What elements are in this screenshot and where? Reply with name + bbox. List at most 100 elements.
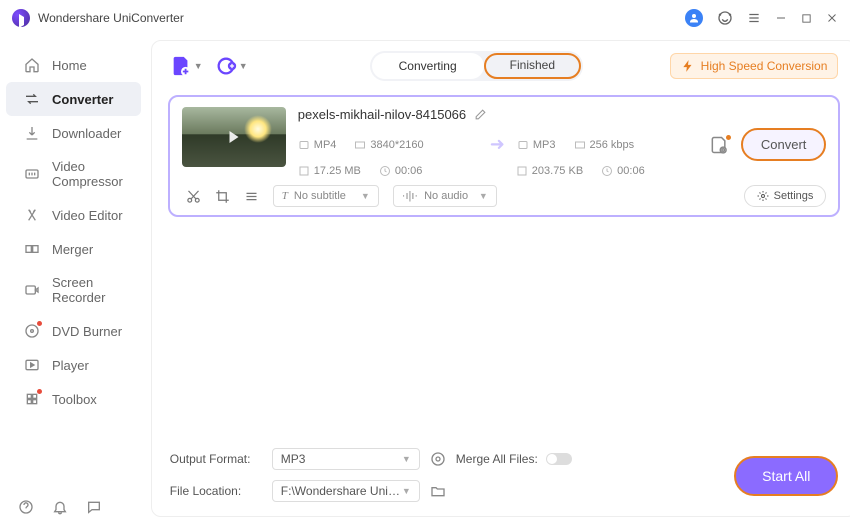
audio-wave-icon: ·ı|ı· [402,190,418,202]
home-icon [24,57,40,73]
edit-name-icon[interactable] [474,108,487,121]
src-duration: 00:06 [395,165,423,177]
sidebar-item-label: Converter [52,92,113,107]
user-account-icon[interactable] [685,9,703,27]
chevron-down-icon: ▼ [402,486,411,496]
high-speed-button[interactable]: High Speed Conversion [670,53,839,79]
converter-icon [24,91,40,107]
downloader-icon [24,125,40,141]
file-location-label: File Location: [170,484,262,498]
menu-icon[interactable] [747,11,761,25]
sidebar-item-converter[interactable]: Converter [6,82,141,116]
sidebar-item-home[interactable]: Home [6,48,141,82]
sidebar-item-label: Downloader [52,126,121,141]
support-icon[interactable] [717,10,733,26]
settings-label: Settings [774,190,814,202]
chevron-down-icon: ▼ [402,454,411,464]
sidebar-item-label: Merger [52,242,93,257]
output-format-label: Output Format: [170,452,262,466]
titlebar: Wondershare UniConverter [0,0,850,36]
output-settings-icon[interactable] [705,135,733,155]
feedback-icon[interactable] [86,499,102,515]
subtitle-dropdown[interactable]: T No subtitle ▼ [273,185,379,207]
sidebar-item-label: Home [52,58,87,73]
toolbar: ▼ ▼ Converting Finished High Speed Conve… [152,41,850,91]
arrow-right-icon: ➜ [490,134,505,155]
recorder-icon [24,282,40,298]
footer: Output Format: MP3 ▼ Merge All Files: Fi… [152,438,850,516]
sidebar-item-label: Video Editor [52,208,123,223]
sidebar-item-compressor[interactable]: Video Compressor [6,150,141,198]
tab-converting[interactable]: Converting [372,53,484,79]
sidebar-item-player[interactable]: Player [6,348,141,382]
file-card: pexels-mikhail-nilov-8415066 MP4 3840*21… [168,95,841,217]
merge-label: Merge All Files: [456,452,538,466]
maximize-icon[interactable] [801,13,812,24]
high-speed-label: High Speed Conversion [701,59,828,73]
item-settings-button[interactable]: Settings [744,185,827,207]
format-icon [298,139,310,151]
chevron-down-icon: ▼ [239,61,248,71]
dvd-icon [24,323,40,339]
effects-icon[interactable] [244,189,259,204]
main-panel: ▼ ▼ Converting Finished High Speed Conve… [151,40,850,517]
add-folder-button[interactable]: ▼ [215,55,248,77]
add-file-button[interactable]: ▼ [170,55,203,77]
start-all-button[interactable]: Start All [734,456,838,496]
compressor-icon [24,166,40,182]
lightning-icon [681,59,695,73]
video-thumbnail[interactable] [182,107,286,167]
sidebar-bottom [0,487,147,527]
toolbox-icon [24,391,40,407]
chevron-down-icon: ▼ [194,61,203,71]
sidebar-item-recorder[interactable]: Screen Recorder [6,266,141,314]
player-icon [24,357,40,373]
clock-icon [601,165,613,177]
merge-toggle[interactable] [546,453,572,465]
size-icon [516,165,528,177]
sidebar: Home Converter Downloader Video Compress… [0,36,147,527]
app-title: Wondershare UniConverter [38,11,184,25]
dst-bitrate: 256 kbps [590,139,635,151]
bitrate-icon [574,139,586,151]
sidebar-item-label: Player [52,358,89,373]
sidebar-item-label: Toolbox [52,392,97,407]
format-icon [517,139,529,151]
tab-segment: Converting Finished [370,51,583,81]
sidebar-item-downloader[interactable]: Downloader [6,116,141,150]
play-icon [229,131,238,143]
file-location-dropdown[interactable]: F:\Wondershare UniConverter ▼ [272,480,420,502]
sidebar-item-merger[interactable]: Merger [6,232,141,266]
dst-format: MP3 [533,139,556,151]
sidebar-item-toolbox[interactable]: Toolbox [6,382,141,416]
convert-button[interactable]: Convert [741,128,827,161]
trim-icon[interactable] [186,189,201,204]
sidebar-item-editor[interactable]: Video Editor [6,198,141,232]
clock-icon [379,165,391,177]
tab-finished[interactable]: Finished [484,53,581,79]
merger-icon [24,241,40,257]
minimize-icon[interactable] [775,12,787,24]
src-format: MP4 [314,139,337,151]
file-name: pexels-mikhail-nilov-8415066 [298,107,466,122]
output-format-dropdown[interactable]: MP3 ▼ [272,448,420,470]
preview-icon[interactable] [430,451,446,467]
resolution-icon [354,139,366,151]
app-logo-icon [12,9,30,27]
help-icon[interactable] [18,499,34,515]
sidebar-item-label: DVD Burner [52,324,122,339]
chevron-down-icon: ▼ [361,191,370,201]
audio-dropdown[interactable]: ·ı|ı· No audio ▼ [393,185,497,207]
subtitle-value: No subtitle [294,190,346,202]
sidebar-item-label: Video Compressor [52,159,123,189]
file-location-value: F:\Wondershare UniConverter [281,484,402,498]
dst-size: 203.75 KB [532,165,583,177]
output-format-value: MP3 [281,452,306,466]
audio-value: No audio [424,190,468,202]
crop-icon[interactable] [215,189,230,204]
bell-icon[interactable] [52,499,68,515]
close-icon[interactable] [826,12,838,24]
open-folder-icon[interactable] [430,483,446,499]
sidebar-item-label: Screen Recorder [52,275,123,305]
sidebar-item-dvd[interactable]: DVD Burner [6,314,141,348]
